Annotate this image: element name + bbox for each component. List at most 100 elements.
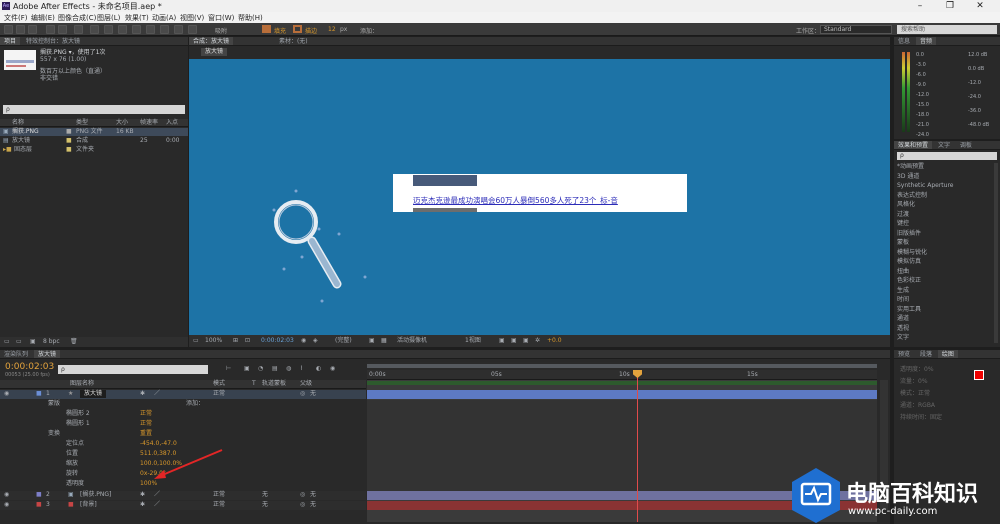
layer-1-duration-bar[interactable] [367, 390, 877, 399]
flowchart-icon[interactable]: ✲ [535, 337, 540, 345]
property-row[interactable]: 椭圆形 1 正常 [0, 420, 366, 429]
shy-icon[interactable]: ◔ [258, 365, 263, 373]
timeline-search-input[interactable]: ρ [58, 365, 208, 374]
parent-pickwhip-icon[interactable]: ◎ [300, 491, 305, 499]
add-property-menu[interactable]: 添加： [186, 400, 204, 408]
time-ruler[interactable]: 0:00s 05s 10s 15s [367, 370, 877, 380]
fast-preview-icon[interactable]: ▣ [511, 337, 517, 345]
effect-category-item[interactable]: *动画预置 [897, 163, 924, 171]
paint-setting-row[interactable]: 流量：0% [900, 378, 928, 386]
timeline-timecode[interactable]: 0:00:02:03 [5, 362, 54, 372]
menu-edit[interactable]: 编辑(E) [31, 13, 55, 23]
effect-category-item[interactable]: 蒙板 [897, 239, 909, 247]
selection-tool-icon[interactable] [4, 25, 13, 34]
list-item[interactable]: ▣ 搁获.PNG ■ PNG 文件 16 KB [0, 128, 188, 136]
layer-name[interactable]: [背景] [80, 501, 97, 509]
tab-paint[interactable]: 绘图 [937, 350, 958, 358]
menu-view[interactable]: 视图(V) [180, 13, 204, 23]
eraser-tool-icon[interactable] [160, 25, 169, 34]
visibility-icon[interactable]: ◉ [4, 390, 9, 398]
new-comp-icon[interactable]: ▣ [30, 338, 36, 346]
current-time-indicator[interactable] [637, 370, 638, 522]
brush-tool-icon[interactable] [132, 25, 141, 34]
paint-setting-row[interactable]: 通道：RGBA [900, 402, 935, 410]
effect-switch-icon[interactable]: ／ [154, 491, 160, 499]
puppet-tool-icon[interactable] [188, 25, 197, 34]
layer-name[interactable]: 放大镜 [80, 390, 107, 398]
menu-file[interactable]: 文件(F) [4, 13, 28, 23]
pan-behind-tool-icon[interactable] [74, 25, 83, 34]
text-tool-icon[interactable] [118, 25, 127, 34]
exposure-value[interactable]: +0.0 [547, 337, 562, 345]
tab-paragraph[interactable]: 段落 [916, 350, 936, 358]
effect-category-item[interactable]: 实用工具 [897, 306, 921, 314]
effect-category-item[interactable]: 过渡 [897, 211, 909, 219]
layer-color-swatch[interactable]: ■ [36, 501, 42, 509]
tab-palette[interactable]: 调板 [956, 141, 976, 149]
mask-tool-icon[interactable] [90, 25, 99, 34]
tab-effects-presets[interactable]: 效果和预置 [894, 141, 933, 149]
paint-setting-row[interactable]: 持续时间：固定 [900, 414, 942, 422]
effect-category-item[interactable]: 时间 [897, 296, 909, 304]
toggle-pixel-icon[interactable]: ▣ [499, 337, 505, 345]
effects-search-input[interactable]: ρ [897, 152, 997, 160]
hand-tool-icon[interactable] [16, 25, 25, 34]
effect-category-item[interactable]: 3D 通道 [897, 173, 919, 181]
comp-timecode[interactable]: 0:00:02:03 [261, 337, 294, 345]
draft-3d-icon[interactable]: ▣ [244, 365, 250, 373]
clone-tool-icon[interactable] [146, 25, 155, 34]
magnifier-layer[interactable] [269, 189, 389, 329]
effect-category-item[interactable]: 旧版插件 [897, 230, 921, 238]
zoom-select[interactable]: 100% [205, 337, 222, 345]
paint-setting-row[interactable]: 透明度：0% [900, 366, 934, 374]
track-matte-select[interactable]: 无 [262, 501, 268, 509]
property-value[interactable]: 重置 [140, 430, 152, 438]
layer-mode-select[interactable]: 正常 [213, 491, 225, 499]
tab-audio[interactable]: 音频 [915, 37, 936, 45]
layer-parent-select[interactable]: 无 [310, 501, 316, 509]
table-row[interactable]: ◉ ■ 2 ▣ [搁获.PNG] ✱ ／ 正常 无 ◎ 无 [0, 491, 366, 500]
menu-help[interactable]: 帮助(H) [238, 13, 263, 23]
fill-label[interactable]: 填充 [274, 26, 286, 35]
menu-window[interactable]: 窗口(W) [208, 13, 234, 23]
pen-tool-icon[interactable] [104, 25, 113, 34]
effects-scrollbar[interactable] [994, 163, 998, 343]
menu-composition[interactable]: 图像合成(C) [58, 13, 96, 23]
project-search-input[interactable]: ρ [3, 105, 185, 114]
view-layout-select[interactable]: 1视图 [465, 337, 481, 345]
collapse-icon[interactable]: ✱ [140, 390, 145, 398]
effect-category-item[interactable]: 模拟仿真 [897, 258, 921, 266]
tab-text[interactable]: 文字 [934, 141, 954, 149]
tab-effect-controls[interactable]: 特效控制台：放大镜 [22, 37, 84, 45]
stroke-swatch[interactable] [293, 25, 302, 33]
list-item[interactable]: ▸■ 固态层 ■ 文件夹 [0, 146, 188, 154]
menu-layer[interactable]: 图层(L) [97, 13, 120, 23]
tab-render-queue[interactable]: 渲染队列 [0, 350, 32, 358]
layer-color-swatch[interactable]: ■ [36, 491, 42, 499]
interpret-footage-icon[interactable]: ▭ [4, 338, 10, 346]
property-value[interactable]: 正常 [140, 410, 152, 418]
effect-category-item[interactable]: 模糊与锐化 [897, 249, 927, 257]
timeline-icon[interactable]: ▣ [523, 337, 529, 345]
property-row[interactable]: 蒙版 [0, 400, 366, 409]
visibility-icon[interactable]: ◉ [4, 491, 9, 499]
effect-category-item[interactable]: 表达式控制 [897, 192, 927, 200]
layer-name[interactable]: [搁获.PNG] [80, 491, 111, 499]
foreground-color-swatch[interactable] [974, 370, 984, 380]
col-size[interactable]: 大小 [116, 119, 128, 127]
visibility-icon[interactable]: ◉ [4, 501, 9, 509]
layer-color-swatch[interactable]: ■ [36, 390, 42, 398]
tab-project[interactable]: 项目 [0, 37, 21, 45]
effect-category-item[interactable]: 通道 [897, 315, 909, 323]
workspace-select[interactable]: Standard [820, 25, 892, 34]
fill-swatch[interactable] [262, 25, 271, 33]
col-type[interactable]: 类型 [76, 119, 88, 127]
work-area-bar[interactable] [367, 362, 877, 370]
close-button[interactable]: ✕ [965, 0, 995, 12]
mask-visibility-icon[interactable]: ⊡ [245, 337, 250, 345]
layer-parent-select[interactable]: 无 [310, 390, 316, 398]
tab-info[interactable]: 信息 [894, 37, 914, 45]
tab-footage[interactable]: 素材：(无) [275, 37, 312, 45]
camera-tool-icon[interactable] [58, 25, 67, 34]
tab-timeline-comp[interactable]: 放大镜 [33, 350, 60, 358]
